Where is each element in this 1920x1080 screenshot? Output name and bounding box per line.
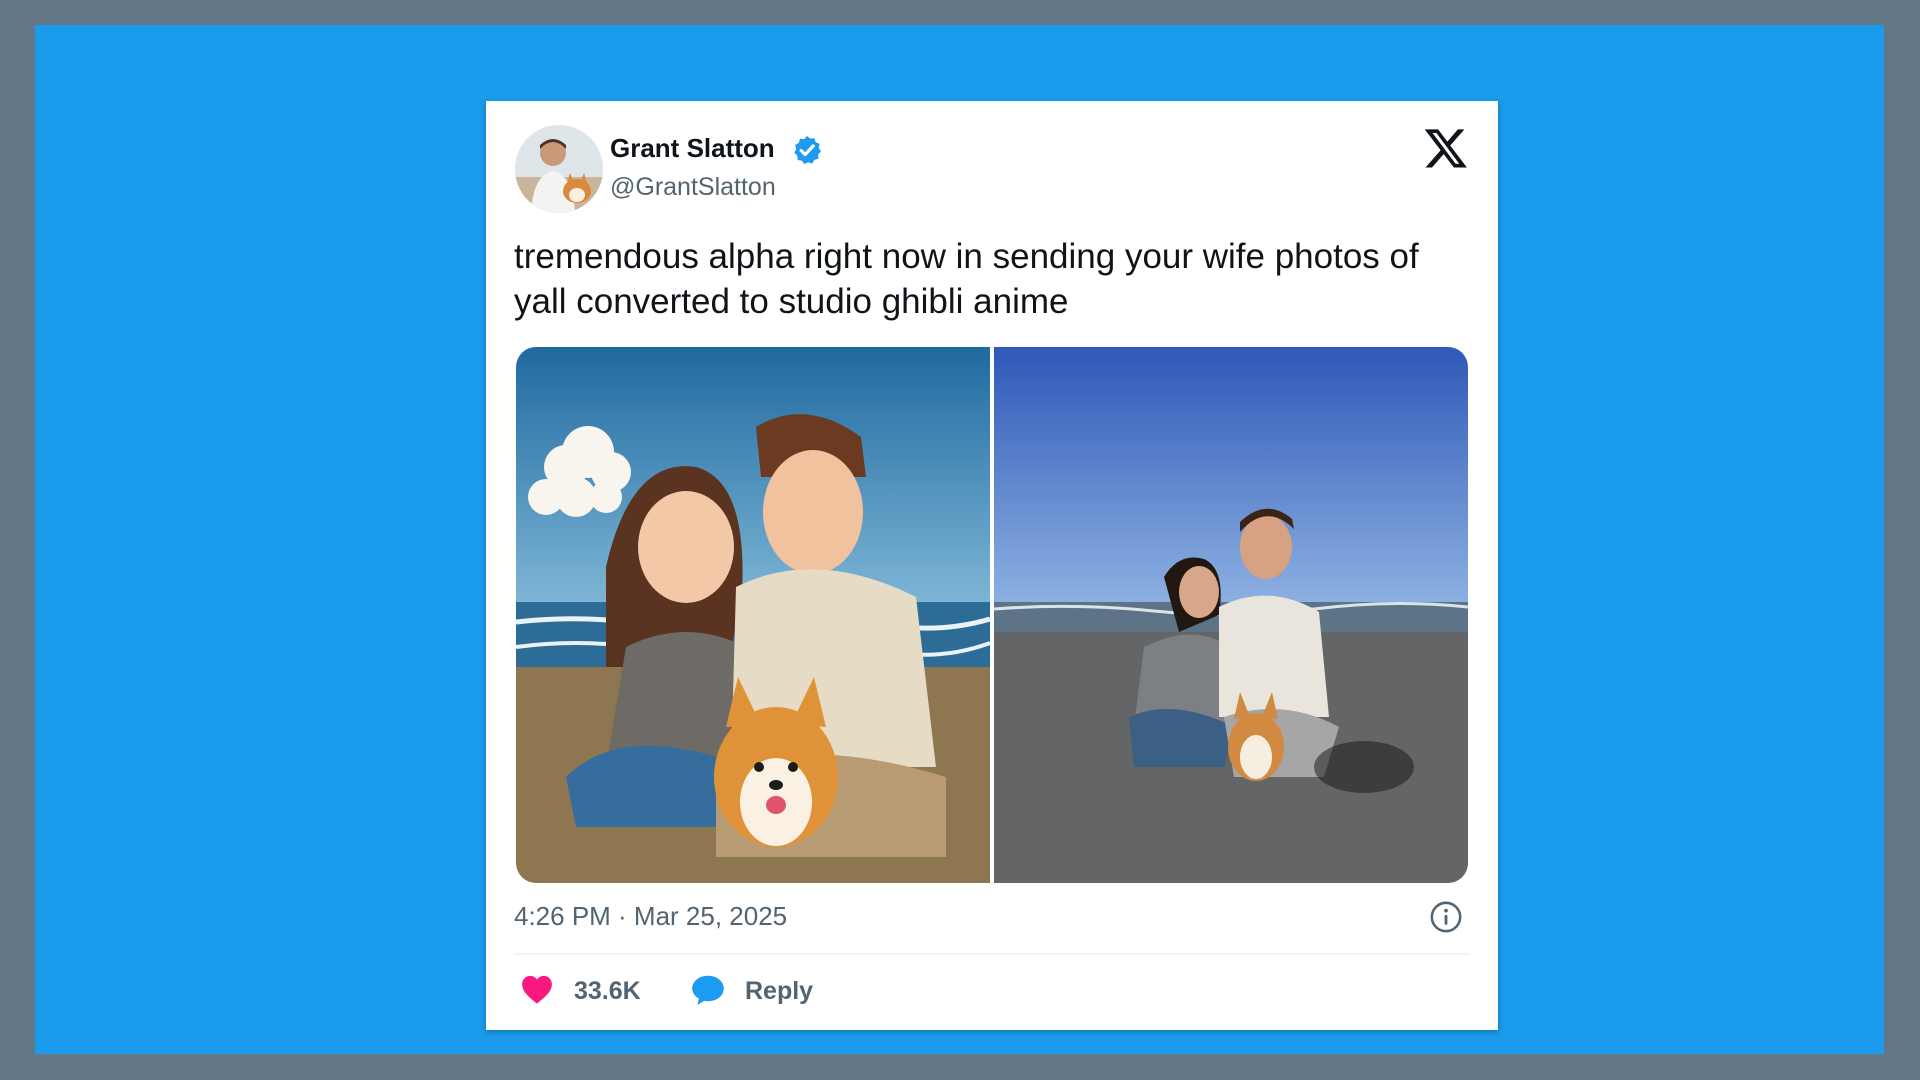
verified-badge-icon	[794, 136, 821, 164]
tweet-media[interactable]	[516, 347, 1468, 883]
tweet-timestamp[interactable]: 4:26 PM · Mar 25, 2025	[514, 901, 787, 932]
tweet-text: tremendous alpha right now in sending yo…	[514, 237, 1419, 321]
info-icon[interactable]	[1429, 900, 1463, 934]
page-background: Grant Slatton @GrantSlatton tremendous a…	[35, 25, 1884, 1054]
author-handle[interactable]: @GrantSlatton	[610, 173, 776, 202]
beach-couple-photo[interactable]	[994, 347, 1468, 883]
tweet-card[interactable]: Grant Slatton @GrantSlatton tremendous a…	[486, 101, 1498, 1030]
author-avatar[interactable]	[515, 125, 603, 213]
reply-bubble-icon[interactable]	[690, 973, 726, 1007]
author-name[interactable]: Grant Slatton	[610, 133, 775, 164]
like-count[interactable]: 33.6K	[574, 977, 641, 1006]
heart-icon[interactable]	[520, 973, 554, 1005]
anime-couple-image[interactable]	[516, 347, 990, 883]
x-logo-icon[interactable]	[1423, 125, 1469, 171]
reply-button[interactable]: Reply	[745, 977, 813, 1006]
divider	[514, 953, 1470, 955]
